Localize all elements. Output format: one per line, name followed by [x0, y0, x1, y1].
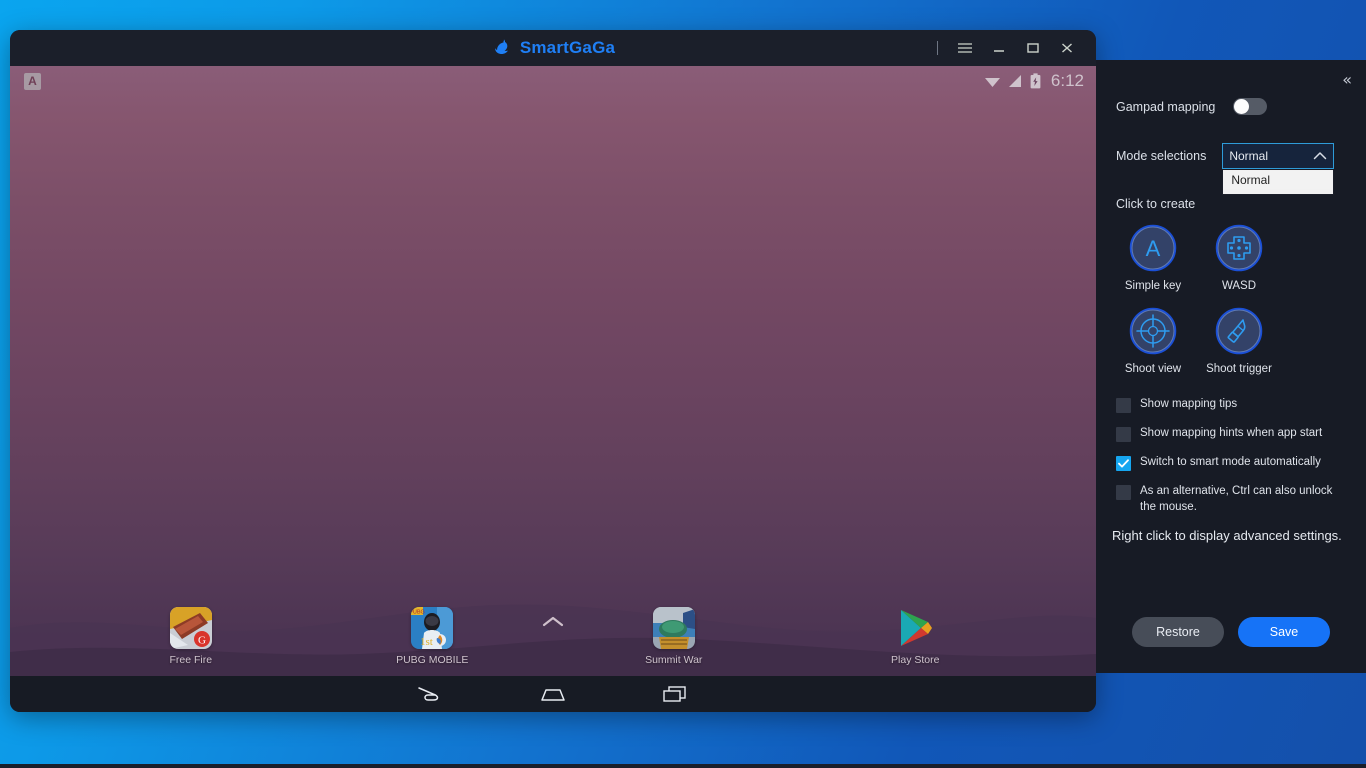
svg-text:PUBG: PUBG	[411, 610, 425, 616]
checkbox-show-mapping-hints[interactable]: Show mapping hints when app start	[1116, 426, 1350, 442]
battery-charging-icon	[1030, 73, 1041, 89]
advanced-settings-note: Right click to display advanced settings…	[1112, 528, 1342, 543]
dock-app-pubg-mobile[interactable]: PUBG 1st PUBG MOBILE	[312, 607, 554, 666]
mode-selections-row: Mode selections Normal Normal	[1096, 143, 1366, 195]
android-screen[interactable]: A 6:12 G Free Fire PUBG 1st PUBG MOBILE …	[10, 66, 1096, 676]
checkbox-switch-smart-mode[interactable]: Switch to smart mode automatically	[1116, 455, 1350, 471]
app-brand: SmartGaGa	[491, 37, 615, 59]
summit-war-app-icon	[652, 607, 695, 649]
hamburger-menu-icon	[958, 43, 972, 53]
wasd-dpad-icon	[1214, 223, 1264, 273]
dock-label: Free Fire	[169, 654, 213, 666]
create-item-label: WASD	[1221, 280, 1257, 292]
svg-text:G: G	[198, 635, 206, 647]
dock-app-summit-war[interactable]: Summit War	[553, 607, 795, 666]
menu-button[interactable]	[948, 30, 982, 66]
status-icons: 6:12	[984, 71, 1084, 91]
dock-app-free-fire[interactable]: G Free Fire	[70, 607, 312, 666]
nav-back-button[interactable]	[405, 679, 457, 709]
close-button[interactable]	[1050, 30, 1084, 66]
gamepad-mapping-toggle[interactable]	[1233, 98, 1268, 115]
window-titlebar: SmartGaGa	[10, 30, 1096, 66]
checkmark-icon	[1118, 459, 1129, 468]
android-nav-bar	[10, 676, 1096, 712]
checkbox-label: As an alternative, Ctrl can also unlock …	[1140, 485, 1333, 513]
keymapping-panel: « Gampad mapping Mode selections Normal …	[1096, 60, 1366, 673]
toggle-knob	[1234, 99, 1250, 114]
checkbox-box	[1116, 427, 1131, 442]
android-dock: G Free Fire PUBG 1st PUBG MOBILE Summit …	[10, 607, 1096, 666]
checkbox-label: Show mapping tips	[1140, 398, 1238, 410]
create-item-label: Shoot trigger	[1206, 363, 1272, 375]
maximize-button[interactable]	[1016, 30, 1050, 66]
mode-select-box[interactable]: Normal	[1222, 143, 1335, 169]
simple-key-icon: A	[1128, 223, 1178, 273]
checkbox-label: Switch to smart mode automatically	[1140, 456, 1321, 468]
gamepad-mapping-label: Gampad mapping	[1116, 99, 1216, 114]
checkbox-box	[1116, 398, 1131, 413]
titlebar-separator	[937, 41, 938, 55]
google-play-store-icon	[894, 607, 936, 649]
android-status-bar: A 6:12	[10, 66, 1096, 96]
nav-home-button[interactable]	[527, 679, 579, 709]
mode-select-option[interactable]: Normal	[1223, 171, 1334, 189]
android-home-icon	[541, 689, 565, 701]
svg-text:A: A	[1146, 236, 1161, 261]
mode-select-wrapper: Normal Normal	[1222, 143, 1335, 195]
dock-label: PUBG MOBILE	[396, 654, 469, 666]
chevron-up-icon	[1313, 149, 1327, 163]
restore-button[interactable]: Restore	[1132, 617, 1224, 647]
mode-select-dropdown: Normal	[1222, 170, 1335, 195]
android-recents-icon	[663, 686, 686, 702]
desktop-bottom-strip	[0, 764, 1366, 768]
android-back-icon	[418, 687, 439, 701]
close-icon	[1062, 43, 1072, 53]
create-simple-key[interactable]: A Simple key	[1110, 223, 1196, 292]
swan-logo-icon	[495, 39, 508, 54]
status-clock: 6:12	[1050, 71, 1084, 90]
create-shoot-view[interactable]: Shoot view	[1110, 306, 1196, 375]
wifi-icon	[984, 78, 1000, 87]
create-items-grid: A Simple key WASD Shoot view Shoot trigg…	[1096, 223, 1366, 389]
click-to-create-title: Click to create	[1116, 197, 1196, 211]
checkbox-label: Show mapping hints when app start	[1140, 427, 1323, 439]
create-item-label: Simple key	[1124, 280, 1182, 292]
panel-action-buttons: Restore Save	[1096, 617, 1366, 647]
app-title: SmartGaGa	[519, 38, 616, 57]
checkbox-ctrl-unlock-mouse[interactable]: As an alternative, Ctrl can also unlock …	[1116, 484, 1350, 515]
create-wasd[interactable]: WASD	[1196, 223, 1282, 292]
shoot-trigger-bullet-icon	[1214, 306, 1264, 356]
double-chevron-left-icon[interactable]: «	[1342, 70, 1352, 89]
create-shoot-trigger[interactable]: Shoot trigger	[1196, 306, 1282, 375]
cell-signal-icon	[1008, 75, 1021, 87]
emulator-window: SmartGaGa A 6:12 G Free Fire PUBG 1st PU…	[10, 30, 1096, 712]
window-controls	[937, 30, 1084, 66]
dock-label: Play Store	[891, 654, 940, 666]
mode-selections-label: Mode selections	[1116, 149, 1207, 163]
save-button[interactable]: Save	[1238, 617, 1330, 647]
dock-app-play-store[interactable]: Play Store	[795, 607, 1037, 666]
minimize-button[interactable]	[982, 30, 1016, 66]
settings-checkbox-list: Show mapping tips Show mapping hints whe…	[1096, 397, 1366, 515]
free-fire-app-icon: G	[169, 607, 212, 649]
pubg-mobile-app-icon: PUBG 1st	[411, 607, 454, 649]
create-item-label: Shoot view	[1124, 363, 1182, 375]
checkbox-box	[1116, 485, 1131, 500]
minimize-icon	[994, 50, 1004, 52]
foreground-app-badge: A	[24, 72, 41, 90]
gamepad-mapping-row: Gampad mapping	[1096, 98, 1366, 115]
dock-label: Summit War	[645, 654, 703, 666]
shoot-view-crosshair-icon	[1128, 306, 1178, 356]
checkbox-show-mapping-tips[interactable]: Show mapping tips	[1116, 397, 1350, 413]
checkbox-box	[1116, 456, 1131, 471]
nav-recents-button[interactable]	[649, 679, 701, 709]
mode-select-value: Normal	[1229, 149, 1268, 163]
maximize-icon	[1027, 43, 1039, 53]
svg-text:1st: 1st	[420, 636, 433, 648]
